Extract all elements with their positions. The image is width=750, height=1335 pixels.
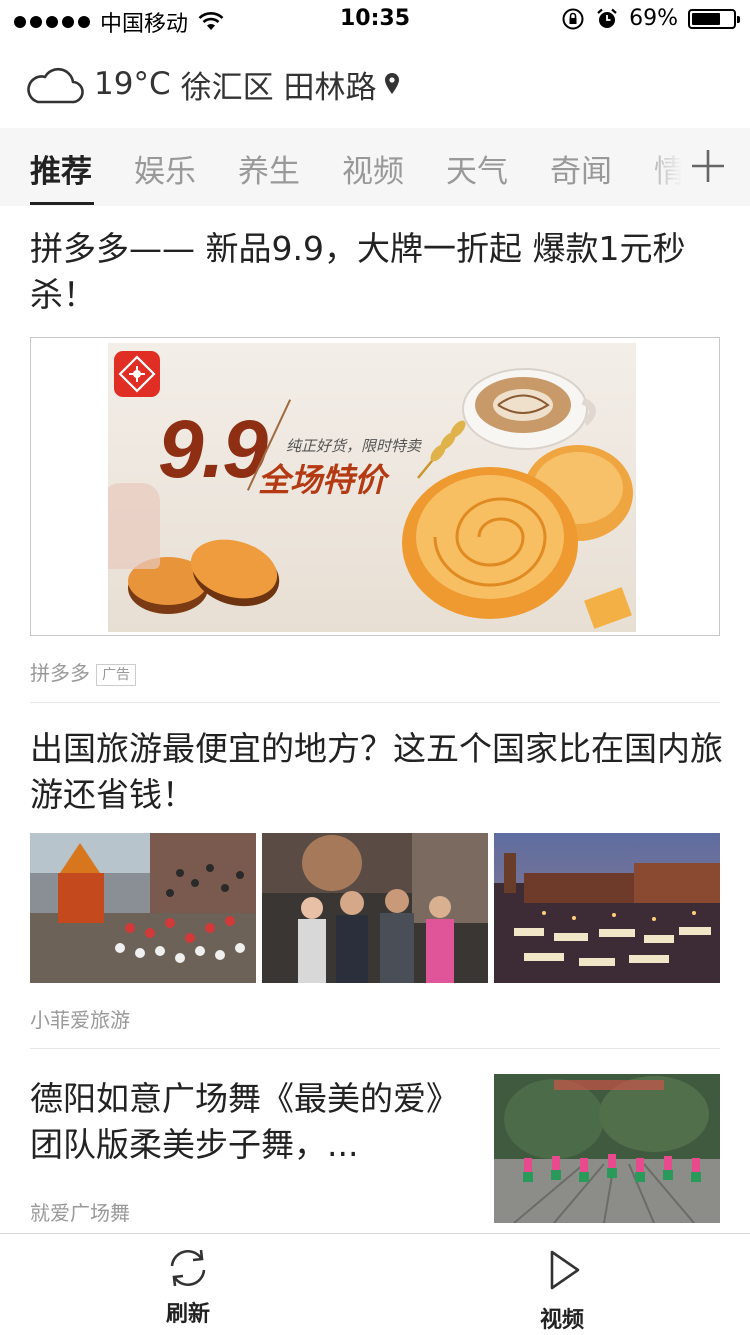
video-label: 视频 xyxy=(539,1308,584,1333)
ad-banner-frame[interactable]: 9.9 纯正好货，限时特卖 全场特价 xyxy=(30,337,720,636)
refresh-button[interactable]: 刷新 xyxy=(128,1244,248,1328)
article-meta: 拼多多 广告 xyxy=(30,657,136,686)
tab-video[interactable]: 视频 xyxy=(342,146,404,191)
tab-health[interactable]: 养生 xyxy=(238,146,300,191)
article-title[interactable]: 出国旅游最便宜的地方？这五个国家比在国内旅游还省钱！ xyxy=(30,726,730,818)
add-channel-icon[interactable] xyxy=(684,140,732,192)
status-bar: 中国移动 10:35 69% xyxy=(0,0,750,40)
brand-logo-icon xyxy=(118,355,156,393)
video-nav-button[interactable]: 视频 xyxy=(502,1246,622,1334)
pitcher-image xyxy=(108,483,160,569)
battery-icon xyxy=(688,8,740,29)
article-thumbnail-festival[interactable] xyxy=(30,833,256,983)
article-title[interactable]: 德阳如意广场舞《最美的爱》团队版柔美步子舞，... xyxy=(30,1076,470,1168)
rotation-lock-icon xyxy=(562,8,584,29)
refresh-label: 刷新 xyxy=(165,1302,210,1327)
divider xyxy=(30,702,720,703)
ad-banner[interactable]: 9.9 纯正好货，限时特卖 全场特价 xyxy=(108,343,636,632)
ad-badge: 广告 xyxy=(96,663,136,686)
status-right: 69% xyxy=(561,6,740,31)
play-icon xyxy=(550,1250,580,1290)
location-pin-icon xyxy=(385,73,400,94)
article-title[interactable]: 拼多多—— 新品9.9，大牌一折起 爆款1元秒杀！ xyxy=(30,226,730,318)
tab-entertainment[interactable]: 娱乐 xyxy=(134,146,196,191)
bottom-nav: 刷新 视频 xyxy=(0,1233,750,1335)
alarm-icon xyxy=(597,8,617,28)
tab-oddities[interactable]: 奇闻 xyxy=(550,146,612,191)
divider xyxy=(30,1048,720,1049)
article-thumbnail-dance[interactable] xyxy=(494,1074,720,1223)
active-tab-indicator xyxy=(30,202,94,205)
channel-tabs: 推荐 娱乐 养生 视频 天气 奇闻 情 xyxy=(0,128,750,206)
article-source: 就爱广场舞 xyxy=(30,1201,130,1225)
weather-location: 徐汇区 田林路 xyxy=(180,69,377,106)
weather-bar[interactable]: 19°C 徐汇区 田林路 xyxy=(26,58,400,110)
refresh-icon xyxy=(170,1249,206,1287)
battery-percent: 69% xyxy=(629,6,678,31)
tab-weather[interactable]: 天气 xyxy=(446,146,508,191)
banner-headline: 全场特价 xyxy=(258,461,387,499)
banner-slogan: 纯正好货，限时特卖 xyxy=(286,437,422,455)
brand-logo xyxy=(114,351,160,397)
article-thumbnail-group[interactable] xyxy=(262,833,488,983)
article-source: 拼多多 xyxy=(30,661,90,685)
weather-temperature: 19°C xyxy=(94,66,171,102)
cloud-icon xyxy=(27,67,84,104)
article-source: 小菲爱旅游 xyxy=(30,1008,130,1032)
article-thumbnail-market[interactable] xyxy=(494,833,720,983)
tab-recommend[interactable]: 推荐 xyxy=(30,146,92,191)
